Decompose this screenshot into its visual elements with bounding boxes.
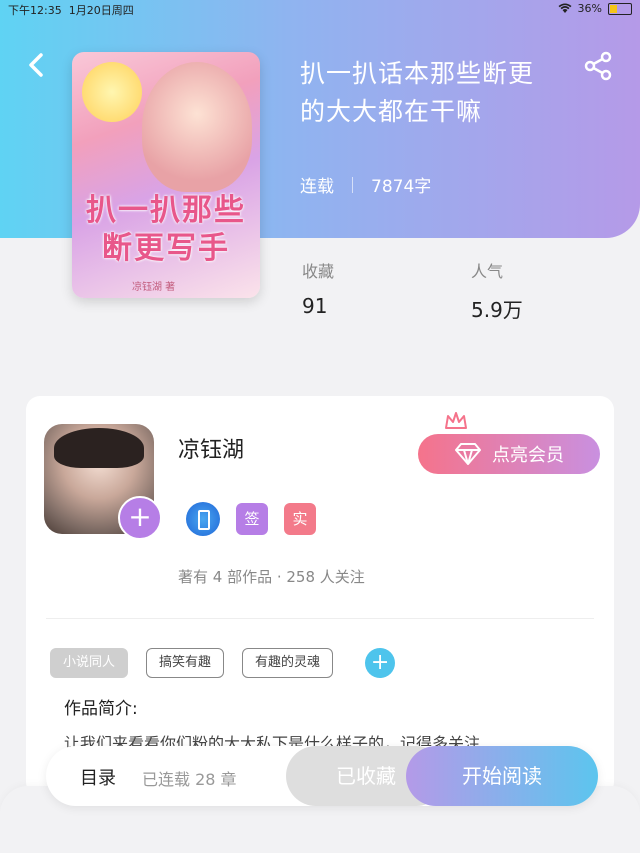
crown-icon <box>445 412 467 429</box>
vip-button-label: 点亮会员 <box>492 445 564 466</box>
cover-art-character <box>142 62 252 192</box>
divider <box>46 618 594 619</box>
book-title-line2: 的大大都在干嘛 <box>300 97 483 126</box>
battery-percent: 36% <box>577 2 602 15</box>
popularity-label: 人气 <box>471 262 504 281</box>
book-title-line1: 扒一扒话本那些断更 <box>300 59 535 88</box>
status-bar: 下午12:35 1月20日周四 36% <box>0 0 640 18</box>
tag-item[interactable]: 搞笑有趣 <box>146 648 225 678</box>
tag-item[interactable]: 小说同人 <box>50 648 129 678</box>
intro-title: 作品简介: <box>64 699 138 719</box>
diamond-icon <box>455 443 481 465</box>
chapter-count: 已连载 28 章 <box>142 770 237 789</box>
status-time: 下午12:35 <box>8 4 62 17</box>
follow-button[interactable]: + <box>118 496 162 540</box>
book-status: 连载 <box>300 177 334 197</box>
status-time-date: 下午12:35 1月20日周四 <box>8 2 134 18</box>
tag-list: 小说同人 搞笑有趣 有趣的灵魂 + <box>50 648 396 678</box>
share-button[interactable] <box>582 50 614 82</box>
plus-icon: + <box>370 650 390 675</box>
author-stats: 著有 4 部作品 · 258 人关注 <box>178 568 365 586</box>
favorites-label: 收藏 <box>302 262 335 281</box>
verified-badge[interactable]: 实 <box>284 503 316 535</box>
status-right: 36% <box>558 2 632 15</box>
cover-title-line1: 扒一扒那些 <box>86 193 246 228</box>
signed-badge[interactable]: 签 <box>236 503 268 535</box>
level-badge-icon[interactable] <box>186 502 220 536</box>
vip-button[interactable]: 点亮会员 <box>418 434 600 474</box>
popularity-stat: 人气 5.9万 <box>471 258 523 323</box>
popularity-value: 5.9万 <box>471 298 523 322</box>
author-card: + 凉钰湖 点亮会员 签 实 著有 4 部作品 · 258 人关注 小说同人 搞… <box>26 396 614 796</box>
cover-author-art: 凉钰湖 著 <box>132 282 176 293</box>
cover-art-sun <box>82 62 142 122</box>
back-icon <box>29 53 43 77</box>
avatar-hair-art <box>54 428 144 468</box>
book-word-count: 7874字 <box>371 177 432 197</box>
battery-icon <box>608 2 632 15</box>
wifi-icon <box>558 3 572 13</box>
author-badges: 签 实 <box>186 502 316 536</box>
book-meta: 连载 7874字 <box>300 172 431 197</box>
add-tag-button[interactable]: + <box>365 648 396 678</box>
toc-button[interactable]: 目录 <box>80 764 116 790</box>
cover-title-art: 扒一扒那些 断更写手 <box>80 192 252 268</box>
share-icon <box>584 51 612 81</box>
favorites-value: 91 <box>302 294 328 318</box>
meta-divider <box>352 176 353 193</box>
tag-item[interactable]: 有趣的灵魂 <box>242 648 334 678</box>
cover-title-line2: 断更写手 <box>102 231 230 266</box>
plus-icon: + <box>128 500 152 533</box>
favorites-stat: 收藏 91 <box>302 258 334 318</box>
back-button[interactable] <box>22 50 52 80</box>
book-title: 扒一扒话本那些断更 的大大都在干嘛 <box>300 55 570 131</box>
bottom-action-bar: 目录 已连载 28 章 已收藏 开始阅读 <box>46 746 598 806</box>
start-reading-button[interactable]: 开始阅读 <box>406 746 598 806</box>
status-date: 1月20日周四 <box>68 4 134 17</box>
author-name: 凉钰湖 <box>178 438 245 463</box>
book-cover[interactable]: 扒一扒那些 断更写手 凉钰湖 著 <box>72 52 260 298</box>
